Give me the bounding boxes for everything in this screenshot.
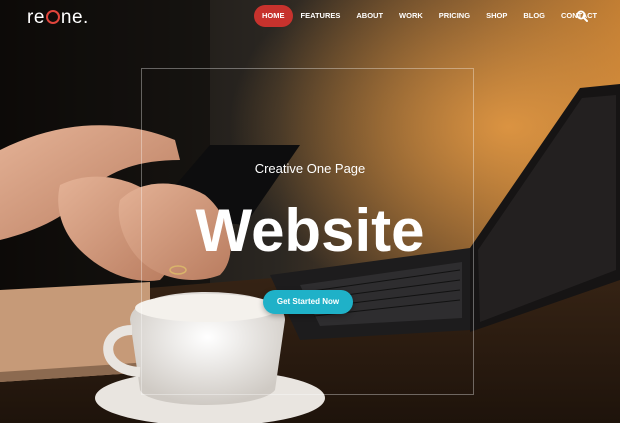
site-header: re ne. HOME FEATURES ABOUT WORK PRICING S…: [0, 0, 620, 34]
nav-item-home[interactable]: HOME: [254, 5, 293, 27]
nav-item-shop[interactable]: SHOP: [478, 5, 515, 27]
hero-title: Website: [195, 197, 425, 264]
logo-text-prefix: re: [27, 7, 45, 28]
logo-o-mark: [45, 10, 60, 24]
nav-item-blog[interactable]: BLOG: [515, 5, 553, 27]
nav-item-work[interactable]: WORK: [391, 5, 431, 27]
logo-text-suffix: ne: [60, 7, 84, 28]
nav-item-features[interactable]: FEATURES: [293, 5, 349, 27]
main-nav: HOME FEATURES ABOUT WORK PRICING SHOP BL…: [254, 5, 605, 27]
logo-dot: .: [83, 7, 89, 28]
nav-item-about[interactable]: ABOUT: [348, 5, 391, 27]
search-icon[interactable]: [576, 9, 588, 22]
nav-item-pricing[interactable]: PRICING: [431, 5, 478, 27]
site-logo[interactable]: re ne.: [27, 7, 89, 29]
get-started-button[interactable]: Get Started Now: [263, 290, 353, 314]
hero-subtitle: Creative One Page: [254, 161, 366, 176]
